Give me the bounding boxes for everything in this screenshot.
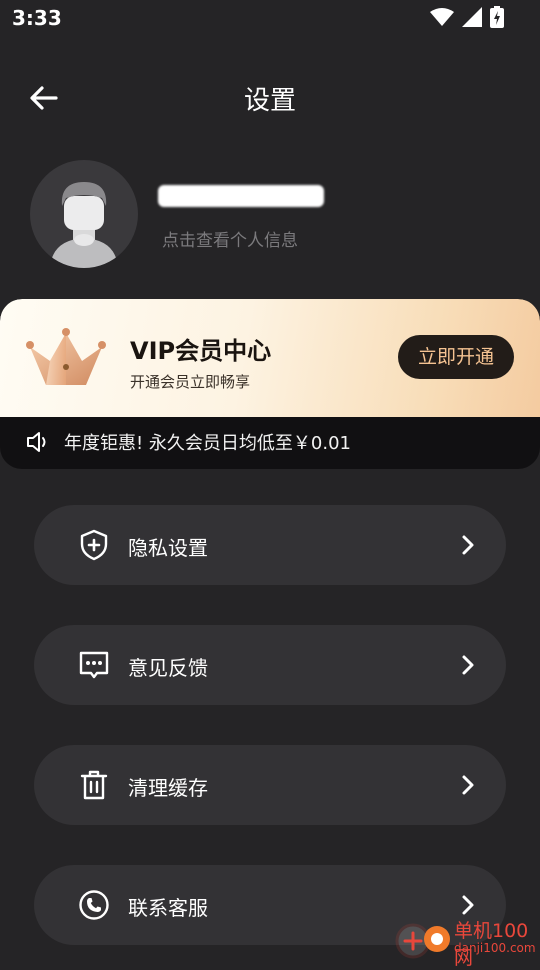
vip-subtitle: 开通会员立即畅享 [130, 373, 251, 391]
menu-label: 隐私设置 [128, 536, 208, 560]
menu-label: 清理缓存 [128, 776, 208, 800]
menu-label: 联系客服 [128, 896, 208, 920]
page-title: 设置 [243, 86, 296, 116]
wifi-icon [430, 8, 454, 26]
chevron-right-icon [462, 535, 474, 555]
watermark: 单机100网 danji100.com [388, 914, 540, 969]
default-user-icon [50, 182, 118, 268]
shield-plus-icon [80, 529, 108, 561]
chevron-right-icon [462, 775, 474, 795]
trash-icon [80, 770, 108, 800]
crown-icon [26, 328, 106, 385]
menu-item-feedback[interactable]: 意见反馈 [34, 625, 506, 705]
vip-card[interactable]: VIP会员中心 开通会员立即畅享 立即开通 年度钜惠! 永久会员日均低至￥0.0… [0, 299, 540, 469]
signal-icon [462, 7, 482, 27]
profile-section[interactable]: 点击查看个人信息 [30, 160, 510, 270]
status-icons [430, 6, 504, 28]
battery-icon [490, 6, 504, 28]
menu-label: 意见反馈 [128, 656, 208, 680]
phone-icon [79, 890, 109, 920]
vip-notice[interactable]: 年度钜惠! 永久会员日均低至￥0.01 [0, 417, 540, 469]
avatar[interactable] [30, 160, 138, 268]
header: 设置 [0, 70, 540, 124]
menu-item-privacy-settings[interactable]: 隐私设置 [34, 505, 506, 585]
username-redacted [158, 185, 324, 207]
status-time: 3:33 [12, 6, 62, 30]
chat-bubble-icon [79, 651, 109, 679]
open-vip-button[interactable]: 立即开通 [398, 335, 514, 379]
profile-hint: 点击查看个人信息 [162, 231, 298, 251]
menu-item-clear-cache[interactable]: 清理缓存 [34, 745, 506, 825]
status-bar: 3:33 [0, 0, 540, 36]
vip-banner[interactable]: VIP会员中心 开通会员立即畅享 立即开通 [0, 299, 540, 417]
speaker-icon [27, 432, 46, 452]
vip-title: VIP会员中心 [130, 337, 272, 365]
watermark-url: danji100.com [454, 941, 536, 955]
notice-text: 年度钜惠! 永久会员日均低至￥0.01 [64, 433, 352, 454]
chevron-right-icon [462, 655, 474, 675]
watermark-badge-icon [424, 926, 450, 952]
